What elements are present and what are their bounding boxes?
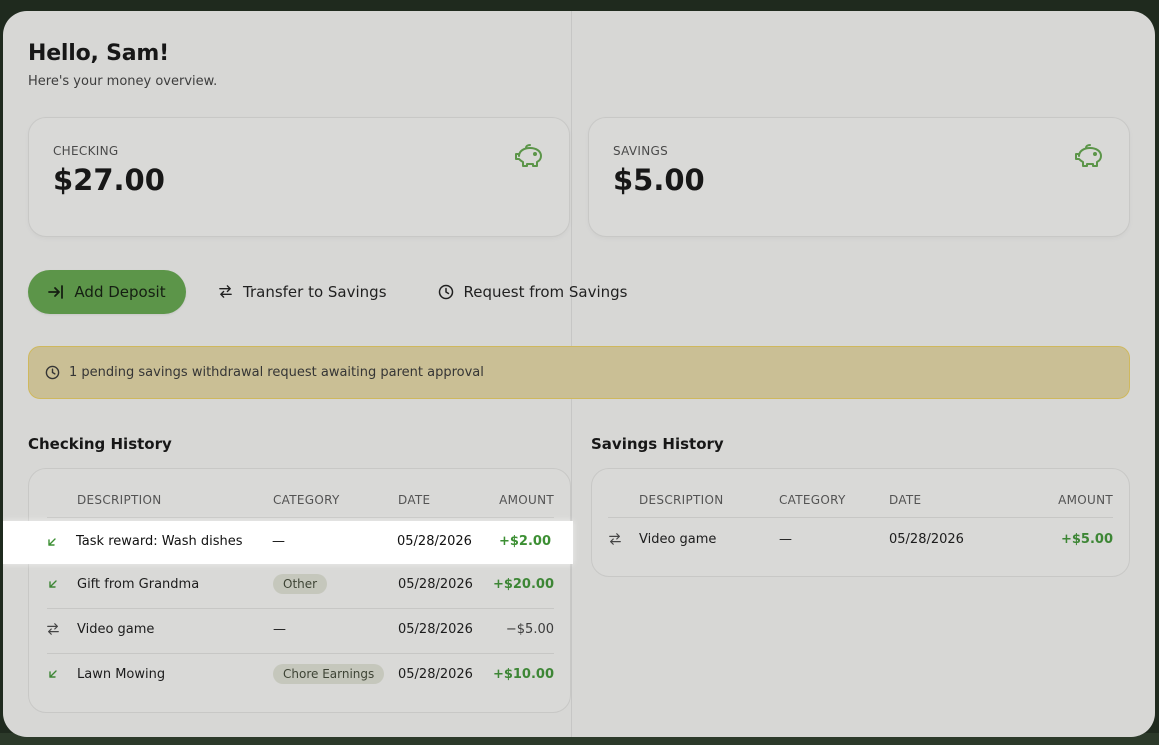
savings-label: SAVINGS [613, 144, 669, 158]
arrow-down-left-icon [48, 538, 56, 546]
row-description: Video game [639, 532, 717, 547]
arrow-down-left-icon [49, 580, 57, 588]
add-deposit-label: Add Deposit [74, 282, 166, 301]
row-amount: +$20.00 [492, 577, 554, 592]
checking-history-table: DESCRIPTION CATEGORY DATE AMOUNT Gift fr… [28, 468, 571, 713]
page-title: Hello, Sam! [28, 41, 169, 66]
row-category: — [273, 622, 286, 637]
table-row[interactable]: Gift from Grandma Other 05/28/2026 +$20.… [29, 563, 570, 608]
row-description: Task reward: Wash dishes [76, 534, 243, 549]
arrow-down-left-icon [49, 670, 57, 678]
transfer-label: Transfer to Savings [243, 282, 387, 301]
column-header-category: CATEGORY [779, 493, 846, 507]
piggy-bank-icon [1075, 144, 1102, 167]
table-row[interactable]: Lawn Mowing Chore Earnings 05/28/2026 +$… [29, 653, 570, 698]
piggy-bank-icon [515, 144, 542, 167]
category-badge: Other [273, 574, 328, 594]
add-deposit-button[interactable]: Add Deposit [28, 269, 186, 314]
action-bar: Add Deposit Transfer to Savings Request … [28, 269, 628, 314]
row-date: 05/28/2026 [397, 534, 472, 549]
transfer-arrows-icon [47, 623, 59, 635]
column-header-description: DESCRIPTION [639, 493, 724, 507]
column-header-amount: AMOUNT [1058, 493, 1113, 507]
column-header-amount: AMOUNT [499, 493, 554, 507]
pending-request-banner: 1 pending savings withdrawal request awa… [28, 346, 1130, 399]
savings-balance: $5.00 [613, 163, 705, 197]
transfer-arrows-icon [219, 285, 232, 298]
category-badge: Chore Earnings [273, 664, 385, 684]
transfer-to-savings-button[interactable]: Transfer to Savings [218, 283, 387, 301]
row-date: 05/28/2026 [398, 667, 473, 682]
savings-history-title: Savings History [591, 435, 724, 453]
row-amount: +$5.00 [1060, 532, 1113, 547]
request-label: Request from Savings [463, 282, 628, 301]
checking-balance: $27.00 [53, 163, 165, 197]
clock-icon [45, 365, 60, 380]
row-category: — [779, 532, 792, 547]
column-header-date: DATE [889, 493, 922, 507]
clock-icon [438, 284, 453, 299]
checking-label: CHECKING [53, 144, 119, 158]
row-amount: −$5.00 [505, 622, 554, 637]
dashboard-panel: Hello, Sam! Here's your money overview. … [3, 11, 1155, 737]
pending-notice-text: 1 pending savings withdrawal request awa… [69, 365, 484, 380]
row-category: — [272, 534, 285, 549]
savings-card: SAVINGS $5.00 [588, 117, 1130, 237]
table-row[interactable]: Video game — 05/28/2026 −$5.00 [29, 608, 570, 653]
row-amount: +$10.00 [492, 667, 554, 682]
column-header-date: DATE [398, 493, 431, 507]
row-date: 05/28/2026 [398, 577, 473, 592]
row-date: 05/28/2026 [889, 532, 964, 547]
column-header-category: CATEGORY [273, 493, 340, 507]
checking-history-title: Checking History [28, 435, 172, 453]
table-row[interactable]: Video game — 05/28/2026 +$5.00 [592, 518, 1129, 563]
page-subtitle: Here's your money overview. [28, 74, 218, 89]
column-header-description: DESCRIPTION [77, 493, 162, 507]
savings-history-table: DESCRIPTION CATEGORY DATE AMOUNT Video g… [591, 468, 1130, 577]
row-description: Video game [77, 622, 155, 637]
checking-card: CHECKING $27.00 [28, 117, 570, 237]
transfer-arrows-icon [609, 533, 621, 545]
row-amount: +$2.00 [498, 534, 551, 549]
row-description: Gift from Grandma [77, 577, 200, 592]
row-description: Lawn Mowing [77, 667, 166, 682]
highlighted-table-row[interactable]: Task reward: Wash dishes — 05/28/2026 +$… [3, 521, 573, 564]
request-from-savings-button[interactable]: Request from Savings [438, 283, 628, 301]
arrow-to-line-icon [48, 284, 64, 299]
row-date: 05/28/2026 [398, 622, 473, 637]
